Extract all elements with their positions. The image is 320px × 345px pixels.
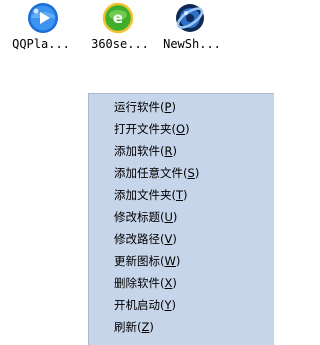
app-label: QQPla... [12,37,70,51]
menu-item-delete-software[interactable]: 删除软件(X) [89,272,274,294]
menu-item-run-software[interactable]: 运行软件(P) [89,96,274,118]
qqplayer-icon [27,2,59,34]
menu-item-edit-title[interactable]: 修改标题(U) [89,206,274,228]
svg-text:e: e [113,9,123,27]
desktop-icon-row: QQPla... e 360se... NewSh... [0,0,272,60]
app-label: NewSh... [163,37,221,51]
360se-browser-icon: e [102,2,134,34]
menu-item-refresh[interactable]: 刷新(Z) [89,316,274,338]
menu-item-startup-launch[interactable]: 开机启动(Y) [89,294,274,316]
newshortcut-icon [174,2,206,34]
menu-item-add-folder[interactable]: 添加文件夹(T) [89,184,274,206]
context-menu: 运行软件(P) 打开文件夹(O) 添加软件(R) 添加任意文件(S) 添加文件夹… [88,93,274,345]
app-shortcut-360se[interactable]: e 360se... [80,0,160,56]
menu-item-add-software[interactable]: 添加软件(R) [89,140,274,162]
app-label: 360se... [91,37,149,51]
menu-item-update-icon[interactable]: 更新图标(W) [89,250,274,272]
app-shortcut-newshortcut[interactable]: NewSh... [152,0,232,56]
menu-item-edit-path[interactable]: 修改路径(V) [89,228,274,250]
menu-item-open-folder[interactable]: 打开文件夹(O) [89,118,274,140]
menu-item-add-any-file[interactable]: 添加任意文件(S) [89,162,274,184]
app-shortcut-qqplayer[interactable]: QQPla... [1,0,81,56]
